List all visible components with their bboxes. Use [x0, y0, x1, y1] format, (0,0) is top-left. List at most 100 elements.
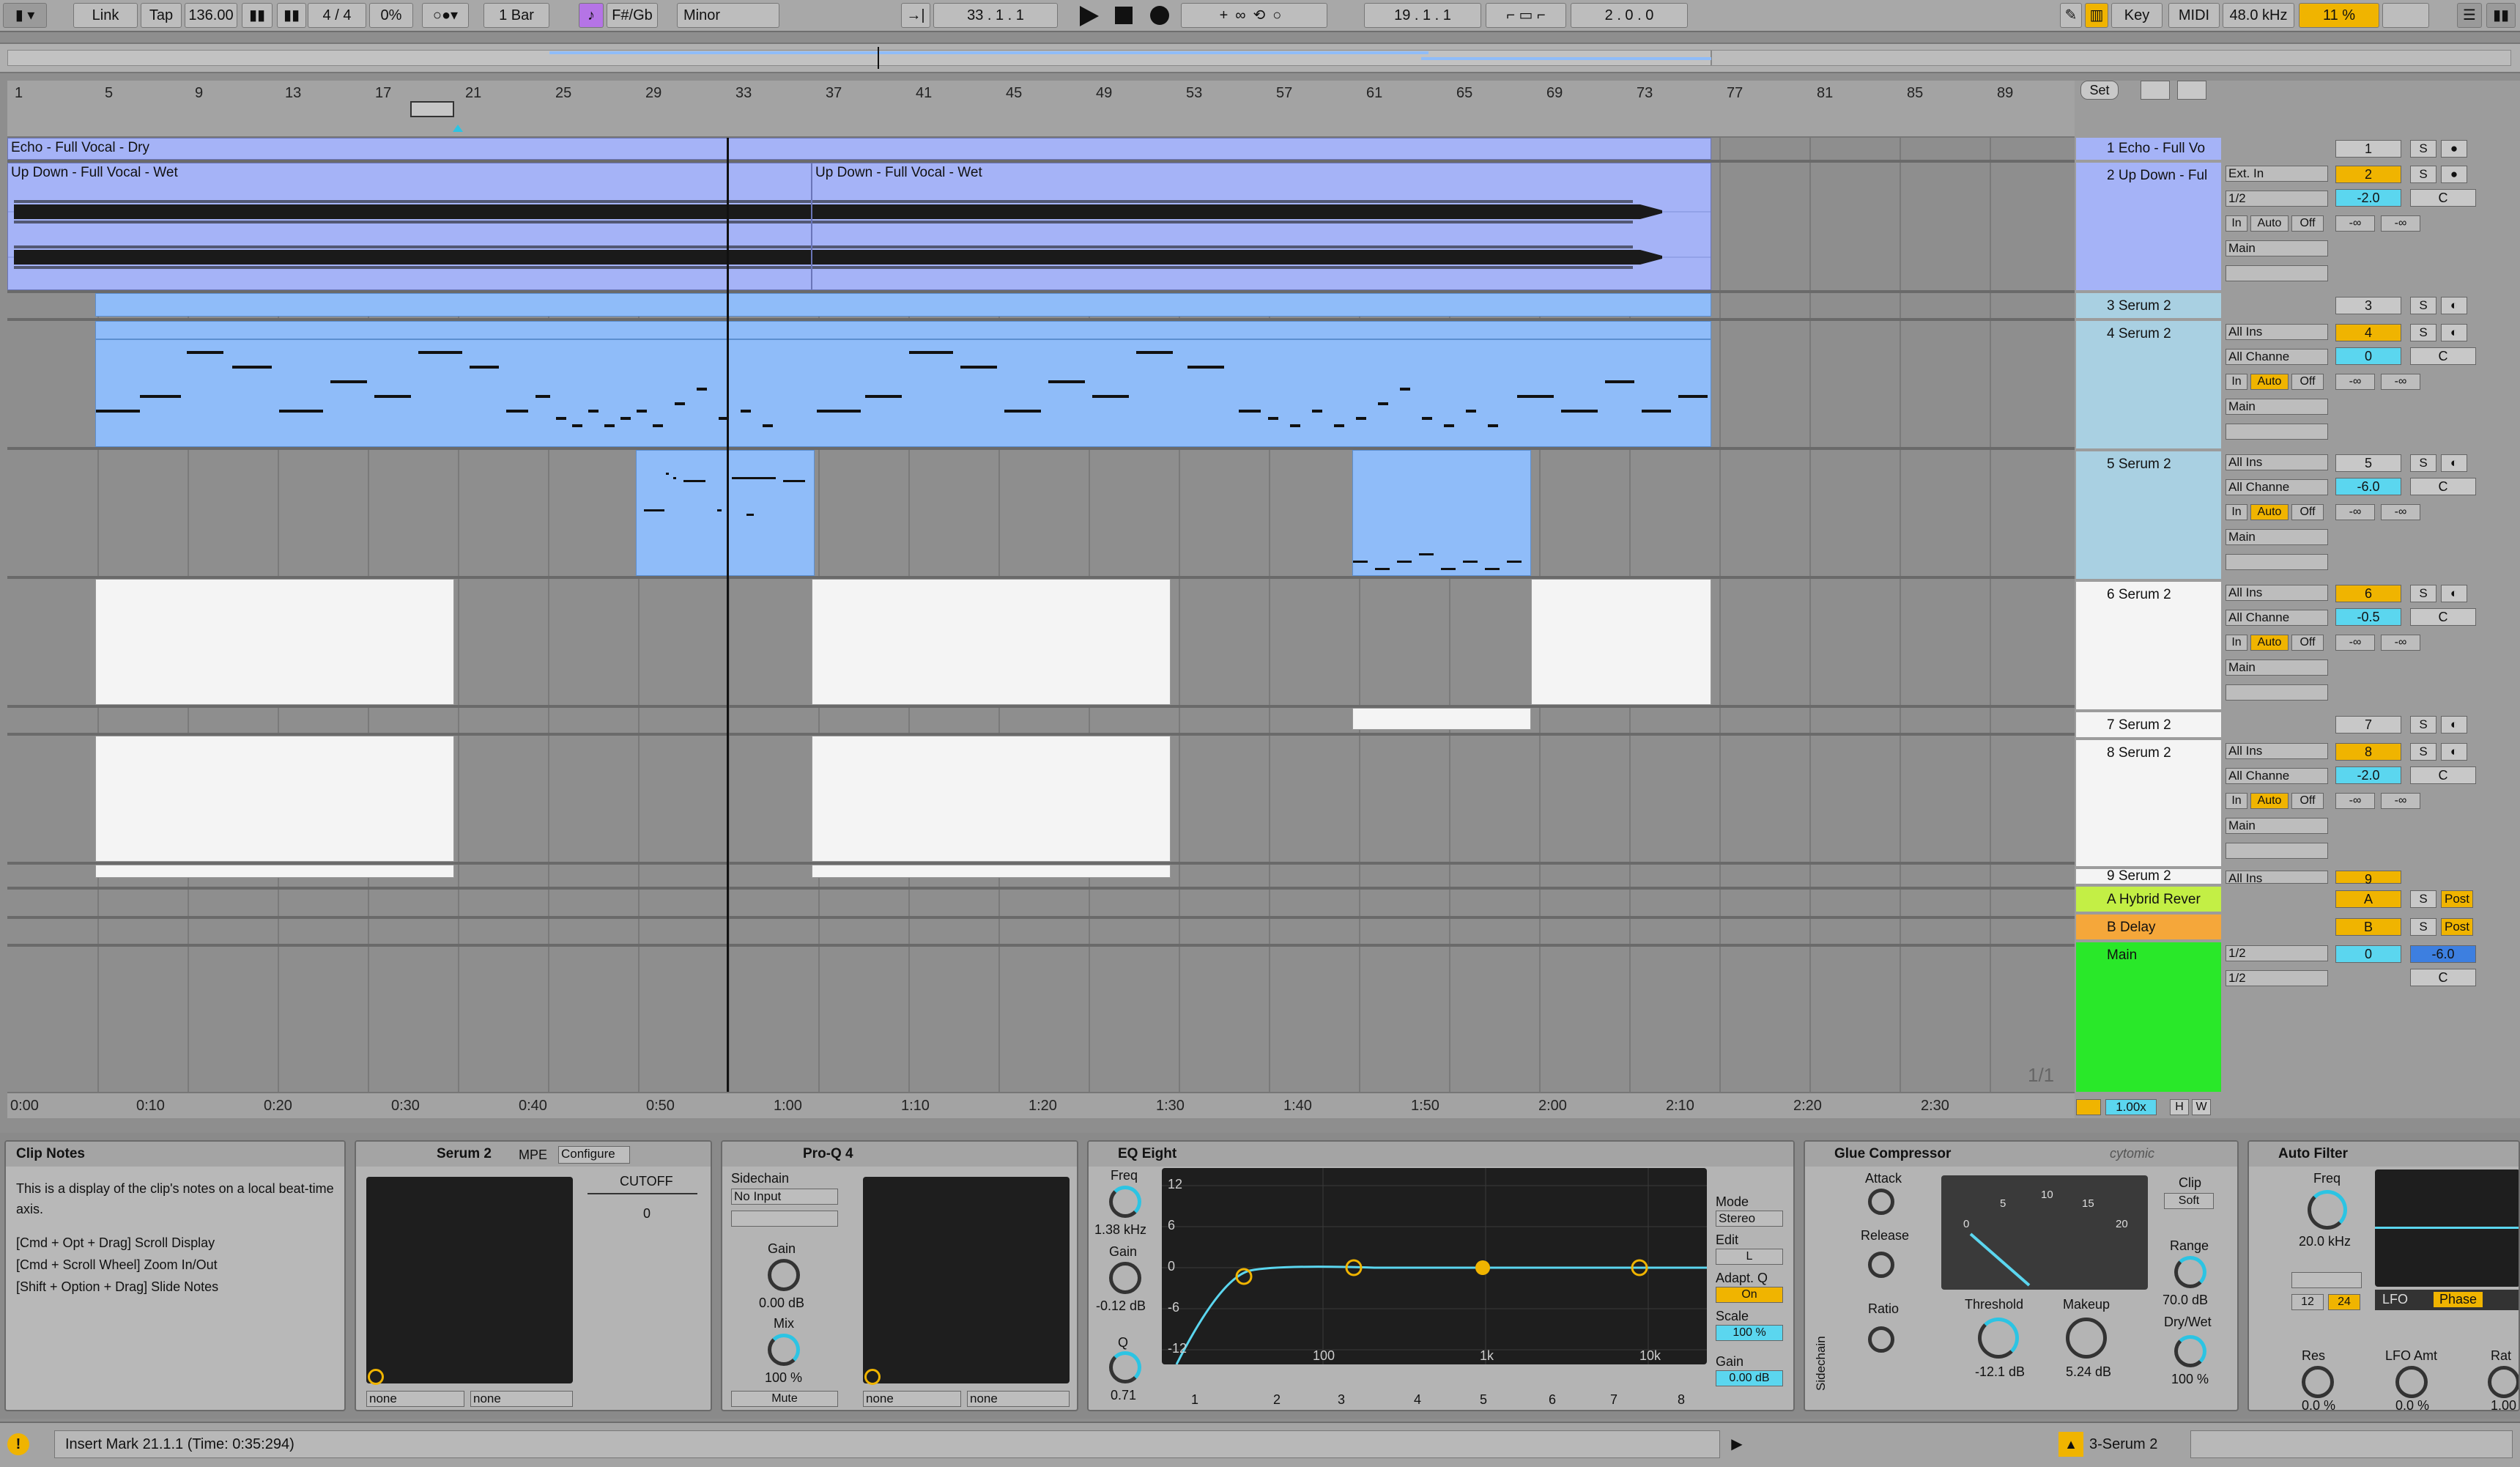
mute-button[interactable]: Mute — [731, 1391, 838, 1407]
input-type-select[interactable]: All Ins — [2226, 454, 2328, 470]
input-type-select[interactable]: All Ins — [2226, 871, 2328, 884]
track-header-4[interactable]: 4 Serum 2 All Ins All Channe 4 S ◐ 0 C I… — [2075, 321, 2520, 448]
monitor-in-button[interactable]: In — [2226, 374, 2247, 390]
send-a-field[interactable]: -∞ — [2335, 793, 2375, 809]
midi-clip-track7[interactable] — [1352, 708, 1531, 730]
band-3-label[interactable]: 3 — [1338, 1392, 1345, 1408]
pan-field[interactable]: C — [2410, 766, 2476, 784]
midi-clip-track9-b[interactable] — [812, 865, 1171, 878]
monitor-auto-button[interactable]: Auto — [2250, 635, 2289, 651]
audio-clip-updown-2[interactable]: Up Down - Full Vocal - Wet — [812, 163, 1711, 290]
track-activator[interactable]: 6 — [2335, 585, 2401, 602]
stop-icon[interactable] — [1115, 7, 1133, 24]
configure-button[interactable]: Configure — [558, 1146, 630, 1164]
input-type-select[interactable]: All Ins — [2226, 743, 2328, 759]
track-header-3[interactable]: 3 Serum 2 3 S ◐ — [2075, 293, 2520, 318]
solo-button[interactable]: S — [2410, 324, 2436, 341]
volume-field[interactable]: -2.0 — [2335, 766, 2401, 784]
xy-handle[interactable] — [864, 1369, 881, 1385]
eq-display[interactable]: 12 6 0 -6 -12 100 1k 10k — [1162, 1168, 1707, 1365]
send-b-field[interactable]: -∞ — [2381, 635, 2420, 651]
midi-clip-track3[interactable] — [95, 293, 1711, 317]
post-button[interactable]: Post — [2441, 890, 2473, 908]
monitor-off-button[interactable]: Off — [2291, 374, 2324, 390]
output-gain-field[interactable]: 0.00 dB — [1716, 1370, 1783, 1386]
link-button[interactable]: Link — [73, 3, 138, 28]
band-1-label[interactable]: 1 — [1191, 1392, 1198, 1408]
serum-device[interactable]: Serum 2 MPE Configure CUTOFF 0 none none — [355, 1140, 712, 1411]
mode-select[interactable]: Stereo — [1716, 1211, 1783, 1227]
solo-button[interactable]: S — [2410, 297, 2436, 314]
output-select[interactable]: Main — [2226, 529, 2328, 545]
follow-icon[interactable] — [2141, 81, 2170, 100]
send-b-field[interactable]: -∞ — [2381, 793, 2420, 809]
track-activator[interactable]: 7 — [2335, 716, 2401, 734]
send-a-field[interactable]: -∞ — [2335, 504, 2375, 520]
time-ruler[interactable]: 0:00 0:10 0:20 0:30 0:40 0:50 1:00 1:10 … — [7, 1092, 2075, 1118]
main-track[interactable]: Main 1/2 1/2 0 -6.0 C — [2075, 942, 2520, 1092]
input-channel-select[interactable]: All Channe — [2226, 349, 2328, 365]
arm-button[interactable]: ● — [2441, 140, 2467, 158]
send-a-field[interactable]: -∞ — [2335, 215, 2375, 232]
track-activator[interactable]: 2 — [2335, 166, 2401, 183]
monitor-in-button[interactable]: In — [2226, 504, 2247, 520]
track-activator[interactable]: 5 — [2335, 454, 2401, 472]
soft-clip-button[interactable]: Soft — [2164, 1193, 2214, 1209]
monitor-in-button[interactable]: In — [2226, 793, 2247, 809]
monitor-off-button[interactable]: Off — [2291, 215, 2324, 232]
key-select[interactable]: F#/Gb — [607, 3, 658, 28]
track-header-5[interactable]: 5 Serum 2 All Ins All Channe 5 S ◐ -6.0 … — [2075, 451, 2520, 579]
width-button[interactable]: W — [2192, 1099, 2211, 1115]
lfo-amount-knob[interactable] — [2395, 1366, 2428, 1398]
output-channel-select[interactable] — [2226, 554, 2328, 570]
midi-clip-track5-a[interactable] — [636, 450, 815, 576]
pan-field[interactable]: C — [2410, 347, 2476, 365]
pan-field[interactable]: C — [2410, 189, 2476, 207]
solo-button[interactable]: S — [2410, 716, 2436, 734]
groove-field[interactable]: 0% — [369, 3, 413, 28]
song-position-field[interactable]: 33 . 1 . 1 — [933, 3, 1058, 28]
input-channel-select[interactable]: 1/2 — [2226, 191, 2328, 207]
send-b-field[interactable]: -∞ — [2381, 215, 2420, 232]
range-knob[interactable] — [2174, 1256, 2206, 1288]
record-icon[interactable] — [1150, 6, 1169, 25]
band-6-label[interactable]: 6 — [1549, 1392, 1556, 1408]
filter-type-select[interactable] — [2291, 1272, 2362, 1288]
input-channel-select[interactable]: All Channe — [2226, 768, 2328, 784]
filter-display[interactable] — [2375, 1169, 2519, 1287]
q-knob[interactable] — [1109, 1351, 1141, 1383]
key-map-button[interactable]: Key — [2111, 3, 2163, 28]
midi-clip-track9-a[interactable] — [95, 865, 454, 878]
volume-field[interactable]: -6.0 — [2335, 478, 2401, 495]
mixer-toggle-icon[interactable]: ☰ — [2457, 3, 2482, 28]
monitor-auto-button[interactable]: Auto — [2250, 215, 2289, 232]
midi-clip-track4[interactable] — [95, 321, 1711, 447]
track-activator[interactable]: A — [2335, 890, 2401, 908]
midi-clip-track6-a[interactable] — [95, 579, 454, 705]
arm-button[interactable]: ● — [2441, 166, 2467, 183]
cutoff-slider[interactable] — [588, 1193, 697, 1194]
loop-length-field[interactable]: 2 . 0 . 0 — [1571, 3, 1688, 28]
arm-button[interactable]: ◐ — [2441, 585, 2467, 602]
monitor-off-button[interactable]: Off — [2291, 504, 2324, 520]
arm-button[interactable]: ◐ — [2441, 324, 2467, 341]
track-header-8[interactable]: 8 Serum 2 All Ins All Channe 8 S ◐ -2.0 … — [2075, 740, 2520, 866]
track-activator[interactable]: 9 — [2335, 871, 2401, 884]
output-select[interactable]: Main — [2226, 399, 2328, 415]
lock-icon[interactable] — [2177, 81, 2206, 100]
main-volume-field[interactable]: -6.0 — [2410, 945, 2476, 963]
computer-keyboard-icon[interactable]: ▥ — [2085, 3, 2108, 28]
view-switcher[interactable] — [2190, 1430, 2513, 1458]
freq-knob[interactable] — [2308, 1190, 2347, 1230]
monitor-auto-button[interactable]: Auto — [2250, 793, 2289, 809]
sidechain-channel-select[interactable] — [731, 1211, 838, 1227]
volume-field[interactable]: -2.0 — [2335, 189, 2401, 207]
gain-knob[interactable] — [768, 1259, 800, 1291]
pan-field[interactable]: C — [2410, 969, 2476, 986]
makeup-knob[interactable] — [2066, 1318, 2107, 1359]
arm-button[interactable]: ◐ — [2441, 716, 2467, 734]
follow-icon[interactable]: →| — [901, 3, 930, 28]
attack-knob[interactable] — [1868, 1189, 1894, 1215]
glue-compressor-device[interactable]: Glue Compressor cytomic Sidechain Attack… — [1804, 1140, 2239, 1411]
phase-tab[interactable]: Phase — [2434, 1292, 2483, 1307]
